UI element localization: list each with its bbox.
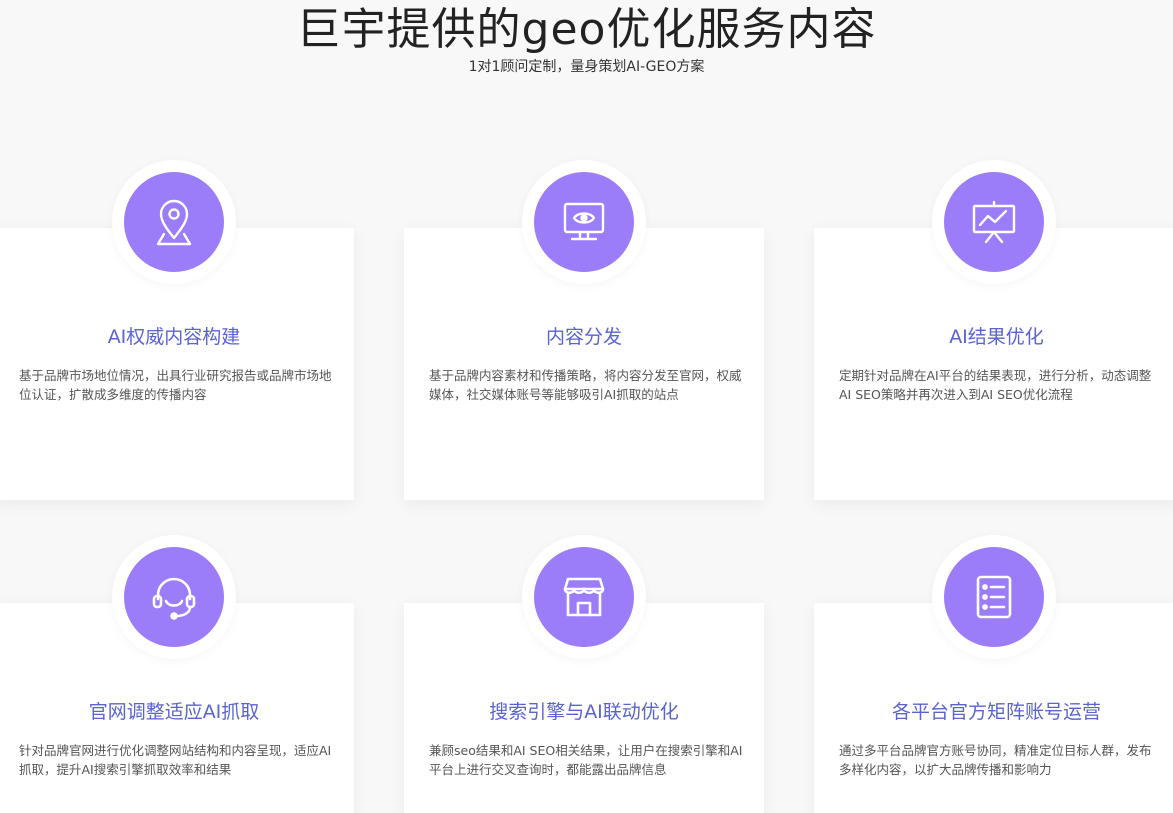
service-title: AI权威内容构建 bbox=[107, 326, 241, 348]
service-icon-badge bbox=[522, 535, 646, 659]
service-description: 针对品牌官网进行优化调整网站结构和内容呈现，适应AI抓取，提升AI搜索引擎抓取效… bbox=[19, 743, 332, 777]
service-description: 兼顾seo结果和AI SEO相关结果，让用户在搜索引擎和AI平台上进行交叉查询时… bbox=[429, 743, 743, 777]
headset-icon bbox=[152, 577, 196, 620]
location-pin-icon bbox=[156, 199, 192, 246]
service-description: 通过多平台品牌官方账号协同，精准定位目标人群，发布多样化内容，以扩大品牌传播和影… bbox=[839, 743, 1152, 777]
monitor-eye-icon bbox=[563, 202, 605, 241]
service-title: AI结果优化 bbox=[949, 326, 1044, 348]
document-list-icon bbox=[976, 575, 1012, 619]
presentation-chart-icon bbox=[972, 200, 1016, 244]
service-title: 各平台官方矩阵账号运营 bbox=[891, 701, 1101, 723]
service-icon-badge bbox=[932, 160, 1056, 284]
storefront-icon bbox=[563, 577, 605, 617]
service-title: 内容分发 bbox=[545, 326, 622, 348]
page-title: 巨宇提供的geo优化服务内容 bbox=[296, 4, 877, 55]
service-description: 定期针对品牌在AI平台的结果表现，进行分析，动态调整AI SEO策略并再次进入到… bbox=[839, 368, 1152, 402]
service-title: 官网调整适应AI抓取 bbox=[88, 701, 260, 723]
page-subtitle: 1对1顾问定制，量身策划AI-GEO方案 bbox=[468, 59, 705, 75]
service-title: 搜索引擎与AI联动优化 bbox=[489, 701, 679, 723]
service-icon-badge bbox=[112, 160, 236, 284]
service-description: 基于品牌内容素材和传播策略，将内容分发至官网，权威媒体，社交媒体账号等能够吸引A… bbox=[429, 368, 742, 402]
service-icon-badge bbox=[112, 535, 236, 659]
service-description: 基于品牌市场地位情况，出具行业研究报告或品牌市场地位认证，扩散成多维度的传播内容 bbox=[19, 368, 332, 402]
service-icon-badge bbox=[522, 160, 646, 284]
services-section: 巨宇提供的geo优化服务内容 1对1顾问定制，量身策划AI-GEO方案 AI权威… bbox=[0, 0, 1173, 813]
service-icon-badge bbox=[932, 535, 1056, 659]
